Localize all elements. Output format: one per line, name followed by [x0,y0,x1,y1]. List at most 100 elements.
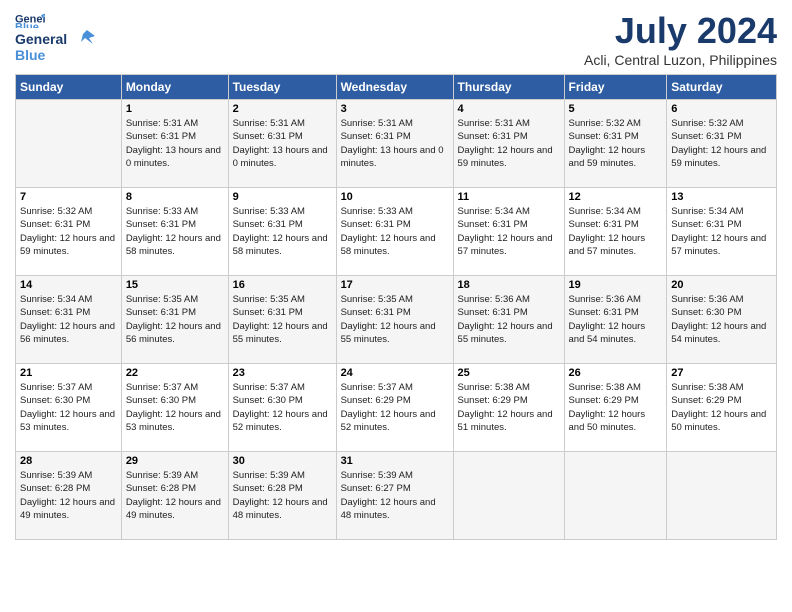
calendar-cell: 26Sunrise: 5:38 AMSunset: 6:29 PMDayligh… [564,364,667,452]
cell-info: Sunrise: 5:34 AMSunset: 6:31 PMDaylight:… [20,293,117,346]
calendar-row-4: 21 Sunrise: 5:37 AMSunset: 6:30 PMDayligh… [16,364,777,452]
day-number: 25 [458,367,560,379]
calendar-cell: 25 Sunrise: 5:38 AMSunset: 6:29 PMDayligh… [453,364,564,452]
calendar-cell: 17 Sunrise: 5:35 AMSunset: 6:31 PMDayligh… [336,276,453,364]
day-number: 10 [341,191,449,203]
cell-info: Sunrise: 5:35 AMSunset: 6:31 PMDaylight:… [126,293,224,346]
calendar-cell: 31Sunrise: 5:39 AMSunset: 6:27 PMDayligh… [336,452,453,540]
cell-info: Sunrise: 5:37 AMSunset: 6:29 PMDaylight:… [341,381,449,434]
day-number: 1 [126,103,224,115]
calendar-cell: 14 Sunrise: 5:34 AMSunset: 6:31 PMDayligh… [16,276,122,364]
day-number: 19 [569,279,663,291]
calendar-cell: 29 Sunrise: 5:39 AMSunset: 6:28 PMDayligh… [121,452,228,540]
cell-info: Sunrise: 5:38 AMSunset: 6:29 PMDaylight:… [671,381,772,434]
calendar-cell: 19 Sunrise: 5:36 AMSunset: 6:31 PMDayligh… [564,276,667,364]
day-number: 7 [20,191,117,203]
day-number: 23 [233,367,332,379]
calendar-cell: 12 Sunrise: 5:34 AMSunset: 6:31 PMDayligh… [564,188,667,276]
cell-info: Sunrise: 5:39 AMSunset: 6:27 PMDaylight:… [341,469,449,522]
calendar-cell: 3Sunrise: 5:31 AMSunset: 6:31 PMDaylight… [336,100,453,188]
calendar-cell: 9 Sunrise: 5:33 AMSunset: 6:31 PMDaylight… [228,188,336,276]
calendar-table: Sunday Monday Tuesday Wednesday Thursday… [15,74,777,540]
day-number: 13 [671,191,772,203]
calendar-cell: 20 Sunrise: 5:36 AMSunset: 6:30 PMDayligh… [667,276,777,364]
calendar-cell: 8Sunrise: 5:33 AMSunset: 6:31 PMDaylight… [121,188,228,276]
logo-full-icon: General Blue [15,28,95,68]
day-number: 3 [341,103,449,115]
cell-info: Sunrise: 5:31 AMSunset: 6:31 PMDaylight:… [458,117,560,170]
day-number: 26 [569,367,663,379]
cell-info: Sunrise: 5:31 AMSunset: 6:31 PMDaylight:… [233,117,332,170]
day-number: 9 [233,191,332,203]
header: General Blue General Blue July 2024 Acli… [15,10,777,68]
calendar-cell: 24 Sunrise: 5:37 AMSunset: 6:29 PMDayligh… [336,364,453,452]
day-number: 17 [341,279,449,291]
cell-info: Sunrise: 5:37 AMSunset: 6:30 PMDaylight:… [20,381,117,434]
header-row: Sunday Monday Tuesday Wednesday Thursday… [16,75,777,100]
calendar-cell: 1Sunrise: 5:31 AMSunset: 6:31 PMDaylight… [121,100,228,188]
calendar-cell: 28 Sunrise: 5:39 AMSunset: 6:28 PMDayligh… [16,452,122,540]
day-number: 20 [671,279,772,291]
calendar-cell: 30 Sunrise: 5:39 AMSunset: 6:28 PMDayligh… [228,452,336,540]
day-number: 28 [20,455,117,467]
cell-info: Sunrise: 5:39 AMSunset: 6:28 PMDaylight:… [233,469,332,522]
day-number: 11 [458,191,560,203]
calendar-cell: 11 Sunrise: 5:34 AMSunset: 6:31 PMDayligh… [453,188,564,276]
calendar-row-3: 14 Sunrise: 5:34 AMSunset: 6:31 PMDayligh… [16,276,777,364]
cell-info: Sunrise: 5:33 AMSunset: 6:31 PMDaylight:… [233,205,332,258]
calendar-cell [564,452,667,540]
day-number: 30 [233,455,332,467]
cell-info: Sunrise: 5:36 AMSunset: 6:31 PMDaylight:… [458,293,560,346]
cell-info: Sunrise: 5:36 AMSunset: 6:30 PMDaylight:… [671,293,772,346]
cell-info: Sunrise: 5:36 AMSunset: 6:31 PMDaylight:… [569,293,663,346]
day-number: 22 [126,367,224,379]
calendar-cell: 21 Sunrise: 5:37 AMSunset: 6:30 PMDayligh… [16,364,122,452]
page-container: General Blue General Blue July 2024 Acli… [0,0,792,545]
calendar-cell: 18Sunrise: 5:36 AMSunset: 6:31 PMDayligh… [453,276,564,364]
cell-info: Sunrise: 5:39 AMSunset: 6:28 PMDaylight:… [126,469,224,522]
calendar-cell: 13 Sunrise: 5:34 AMSunset: 6:31 PMDayligh… [667,188,777,276]
day-number: 15 [126,279,224,291]
logo: General Blue General Blue [15,10,95,68]
day-number: 4 [458,103,560,115]
cell-info: Sunrise: 5:38 AMSunset: 6:29 PMDaylight:… [458,381,560,434]
cell-info: Sunrise: 5:34 AMSunset: 6:31 PMDaylight:… [671,205,772,258]
col-tuesday: Tuesday [228,75,336,100]
cell-info: Sunrise: 5:35 AMSunset: 6:31 PMDaylight:… [341,293,449,346]
day-number: 24 [341,367,449,379]
day-number: 12 [569,191,663,203]
calendar-cell: 4 Sunrise: 5:31 AMSunset: 6:31 PMDaylight… [453,100,564,188]
calendar-row-5: 28 Sunrise: 5:39 AMSunset: 6:28 PMDayligh… [16,452,777,540]
cell-info: Sunrise: 5:32 AMSunset: 6:31 PMDaylight:… [569,117,663,170]
col-monday: Monday [121,75,228,100]
cell-info: Sunrise: 5:34 AMSunset: 6:31 PMDaylight:… [458,205,560,258]
calendar-cell: 5Sunrise: 5:32 AMSunset: 6:31 PMDaylight… [564,100,667,188]
calendar-cell: 16Sunrise: 5:35 AMSunset: 6:31 PMDayligh… [228,276,336,364]
cell-info: Sunrise: 5:32 AMSunset: 6:31 PMDaylight:… [671,117,772,170]
calendar-cell: 2 Sunrise: 5:31 AMSunset: 6:31 PMDaylight… [228,100,336,188]
title-block: July 2024 Acli, Central Luzon, Philippin… [584,10,777,68]
calendar-body: 1 Sunrise: 5:31 AMSunset: 6:31 PMDaylight… [16,100,777,540]
month-title: July 2024 [584,10,777,52]
col-wednesday: Wednesday [336,75,453,100]
cell-info: Sunrise: 5:37 AMSunset: 6:30 PMDaylight:… [126,381,224,434]
day-number: 21 [20,367,117,379]
cell-info: Sunrise: 5:35 AMSunset: 6:31 PMDaylight:… [233,293,332,346]
col-saturday: Saturday [667,75,777,100]
svg-text:General: General [15,31,67,47]
day-number: 27 [671,367,772,379]
location: Acli, Central Luzon, Philippines [584,52,777,68]
col-thursday: Thursday [453,75,564,100]
cell-info: Sunrise: 5:34 AMSunset: 6:31 PMDaylight:… [569,205,663,258]
calendar-cell: 6Sunrise: 5:32 AMSunset: 6:31 PMDaylight… [667,100,777,188]
day-number: 29 [126,455,224,467]
day-number: 2 [233,103,332,115]
day-number: 14 [20,279,117,291]
calendar-cell [453,452,564,540]
cell-info: Sunrise: 5:39 AMSunset: 6:28 PMDaylight:… [20,469,117,522]
calendar-cell: 7Sunrise: 5:32 AMSunset: 6:31 PMDaylight… [16,188,122,276]
calendar-cell: 10Sunrise: 5:33 AMSunset: 6:31 PMDayligh… [336,188,453,276]
calendar-row-2: 7Sunrise: 5:32 AMSunset: 6:31 PMDaylight… [16,188,777,276]
calendar-cell: 23Sunrise: 5:37 AMSunset: 6:30 PMDayligh… [228,364,336,452]
cell-info: Sunrise: 5:33 AMSunset: 6:31 PMDaylight:… [126,205,224,258]
